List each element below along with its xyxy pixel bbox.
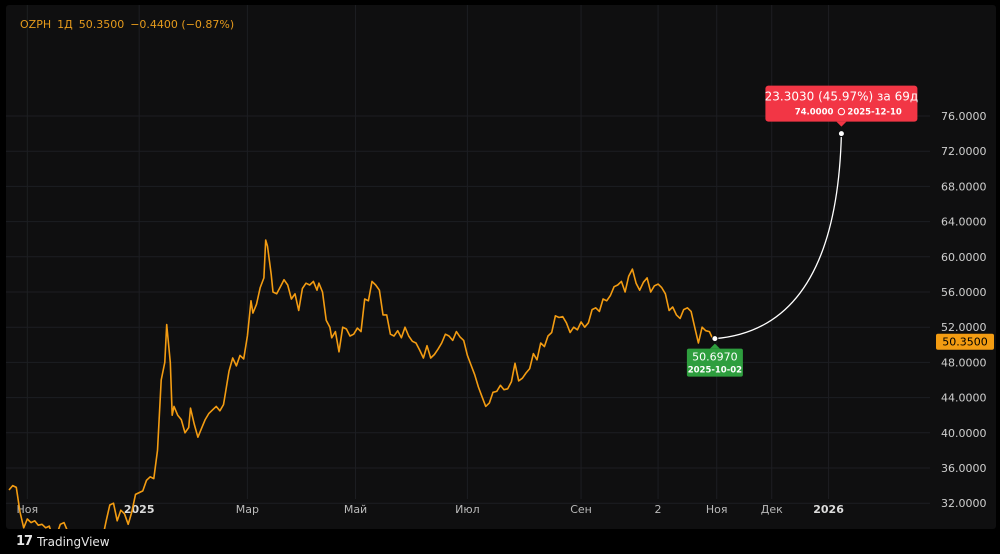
x-tick-label: Июл: [455, 503, 480, 516]
y-tick-label: 68.0000: [941, 180, 987, 193]
tradingview-label: TradingView: [37, 534, 110, 549]
x-tick-label: Ноя: [706, 503, 728, 516]
y-tick-label: 52.0000: [941, 321, 987, 334]
tradingview-brand[interactable]: 17 TradingView: [16, 534, 110, 549]
projection-start-point: [711, 335, 719, 343]
price-series-line: [8, 239, 716, 529]
projection-curve: [714, 133, 843, 340]
y-tick-label: 36.0000: [941, 462, 987, 475]
start-badge-value: 50.6970: [692, 351, 738, 364]
y-tick-label: 44.0000: [941, 392, 987, 405]
start-badge-pointer: [709, 343, 720, 349]
chart-area[interactable]: 28.000032.000036.000040.000044.000048.00…: [6, 5, 996, 529]
y-tick-label: 56.0000: [941, 286, 987, 299]
price-chart[interactable]: 28.000032.000036.000040.000044.000048.00…: [6, 5, 996, 529]
legend-change: −0.4400 (−0.87%): [130, 18, 235, 31]
footer: 17 TradingView: [6, 529, 996, 554]
chart-window: 28.000032.000036.000040.000044.000048.00…: [0, 0, 1000, 554]
y-tick-label: 72.0000: [941, 145, 987, 158]
target-badge-value: 74.0000: [795, 108, 834, 118]
y-tick-label: 40.0000: [941, 427, 987, 440]
symbol-legend: OZPH 1Д 50.3500 −0.4400 (−0.87%): [20, 18, 240, 31]
x-tick-label: Мар: [236, 503, 259, 516]
legend-symbol[interactable]: OZPH: [20, 18, 51, 31]
x-tick-label: Сен: [570, 503, 592, 516]
legend-interval: 1Д: [57, 18, 73, 31]
tradingview-logo-icon: 17: [16, 534, 33, 549]
x-tick-label: 2026: [813, 503, 844, 516]
x-tick-label: 2: [655, 503, 662, 516]
target-badge-date: 2025-12-10: [847, 108, 901, 118]
x-tick-label: 2025: [124, 503, 155, 516]
y-tick-label: 76.0000: [941, 110, 987, 123]
y-tick-label: 48.0000: [941, 356, 987, 369]
y-tick-label: 60.0000: [941, 251, 987, 264]
x-tick-label: Дек: [761, 503, 783, 516]
y-tick-label: 32.0000: [941, 497, 987, 510]
x-tick-label: Май: [344, 503, 367, 516]
y-tick-label: 64.0000: [941, 216, 987, 229]
target-badge-pointer: [836, 121, 847, 127]
projection-end-point: [837, 130, 845, 138]
start-badge-date: 2025-10-02: [688, 366, 742, 376]
legend-last-price: 50.3500: [78, 18, 125, 31]
last-price-badge-label: 50.3500: [942, 336, 988, 349]
target-badge-summary: 23.3030 (45.97%) за 69д: [765, 90, 919, 104]
